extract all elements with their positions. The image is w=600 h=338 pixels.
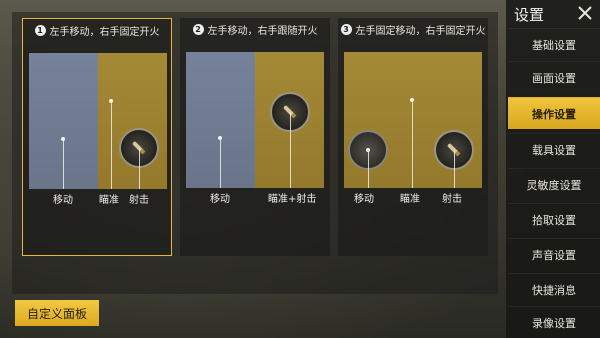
sidebar-item-quick-messages[interactable]: 快捷消息 — [508, 273, 600, 305]
control-mode-1-card[interactable]: 1 左手移动，右手固定开火 移动 瞄准 射击 — [22, 18, 172, 256]
mode-1-title-text: 左手移动，右手固定开火 — [49, 27, 160, 38]
mode-2-title-text: 左手移动，右手跟随开火 — [207, 26, 318, 37]
sidebar-item-controls[interactable]: 操作设置 — [508, 97, 600, 129]
close-icon — [578, 6, 592, 20]
mode-3-number: 3 — [340, 24, 352, 35]
fire-line — [139, 148, 140, 189]
close-button[interactable] — [576, 4, 594, 22]
settings-title: 设置 — [514, 6, 545, 24]
mode-2-diagram — [186, 52, 324, 188]
control-mode-2-card[interactable]: 2 左手移动，右手跟随开火 移动 瞄准+射击 — [180, 18, 330, 256]
mode-3-title: 3 左手固定移动，右手固定开火 — [338, 22, 488, 37]
move-line — [220, 138, 221, 188]
move-line — [368, 150, 369, 188]
sidebar-item-sound[interactable]: 声音设置 — [508, 238, 600, 270]
mode-1-number: 1 — [34, 25, 46, 36]
custom-panel-button[interactable]: 自定义面板 — [15, 300, 99, 326]
mode-2-label-aim-fire: 瞄准+射击 — [268, 194, 317, 205]
aim-fire-line — [290, 112, 291, 188]
sidebar-item-vehicle[interactable]: 载具设置 — [508, 133, 600, 165]
mode-3-label-move: 移动 — [354, 194, 374, 205]
control-mode-3-card[interactable]: 3 左手固定移动，右手固定开火 移动 瞄准 射击 — [338, 18, 488, 256]
mode-1-label-aim: 瞄准 — [99, 195, 119, 206]
mode-1-label-move: 移动 — [53, 195, 73, 206]
mode-2-label-move: 移动 — [210, 194, 230, 205]
fire-line — [454, 150, 455, 188]
mode-1-label-fire: 射击 — [129, 195, 149, 206]
sidebar-item-pickup[interactable]: 拾取设置 — [508, 203, 600, 235]
mode-3-label-aim: 瞄准 — [400, 194, 420, 205]
mode-1-title: 1 左手移动，右手固定开火 — [23, 23, 171, 38]
aim-line — [111, 101, 112, 189]
sidebar-item-replay[interactable]: 录像设置 — [508, 306, 600, 338]
move-line — [63, 139, 64, 189]
mode-1-diagram — [29, 53, 167, 189]
mode-2-title: 2 左手移动，右手跟随开火 — [180, 22, 330, 37]
mode-3-diagram — [344, 52, 482, 188]
sidebar-item-sensitivity[interactable]: 灵敏度设置 — [508, 168, 600, 200]
sidebar-item-graphics[interactable]: 画面设置 — [508, 61, 600, 93]
sidebar-item-basic[interactable]: 基础设置 — [508, 28, 600, 60]
aim-zone — [98, 53, 167, 189]
mode-3-label-fire: 射击 — [442, 194, 462, 205]
aim-line — [412, 100, 413, 188]
mode-2-number: 2 — [192, 24, 204, 35]
mode-3-title-text: 左手固定移动，右手固定开火 — [355, 26, 486, 37]
